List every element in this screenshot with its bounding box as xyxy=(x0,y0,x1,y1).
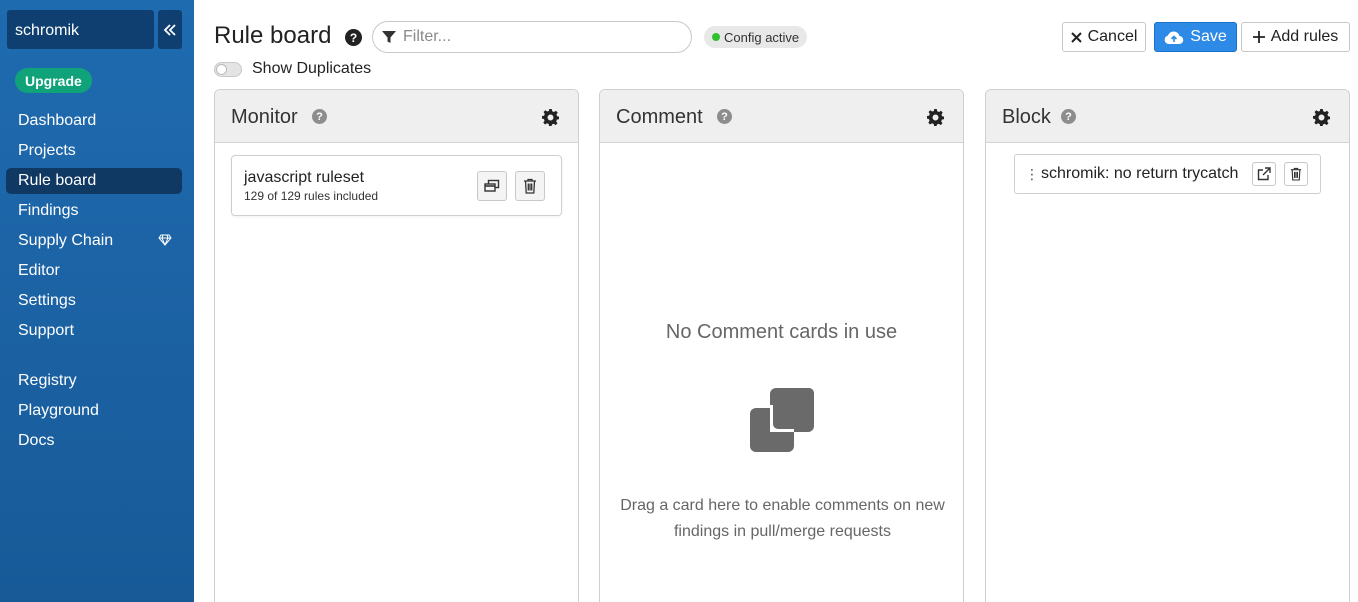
ruleset-count: 129 of 129 rules included xyxy=(244,189,379,203)
config-status-badge: Config active xyxy=(704,26,808,48)
comment-column: Comment ? No Comment cards in use Drag a… xyxy=(599,89,964,602)
sidebar-item-support[interactable]: Support xyxy=(6,318,182,344)
close-icon xyxy=(1070,31,1082,43)
cancel-label: Cancel xyxy=(1087,28,1138,45)
config-status-text: Config active xyxy=(724,29,800,45)
filter-icon xyxy=(382,31,396,43)
org-selector[interactable]: schromik xyxy=(7,10,154,49)
add-rules-button[interactable]: Add rules xyxy=(1241,22,1350,52)
sidebar: schromik Upgrade Dashboard Projects Rule… xyxy=(0,0,194,602)
empty-state-description: Drag a card here to enable comments on n… xyxy=(620,497,945,540)
help-icon[interactable]: ? xyxy=(345,29,362,46)
gear-icon[interactable] xyxy=(542,109,559,126)
sidebar-item-registry[interactable]: Registry xyxy=(6,368,182,394)
sidebar-item-dashboard[interactable]: Dashboard xyxy=(6,108,182,134)
toggle-knob xyxy=(216,64,227,75)
save-label: Save xyxy=(1190,28,1227,45)
double-chevron-left-icon xyxy=(163,23,176,36)
filter-input[interactable] xyxy=(403,28,673,46)
empty-state-title: No Comment cards in use xyxy=(665,321,898,343)
sidebar-item-playground[interactable]: Playground xyxy=(6,398,182,424)
collapse-sidebar-button[interactable] xyxy=(158,10,182,49)
column-title: Block xyxy=(1002,106,1051,128)
rule-card[interactable]: ⋮ schromik: no return trycatch xyxy=(1014,154,1321,194)
sidebar-item-editor[interactable]: Editor xyxy=(6,258,182,284)
window-restore-icon xyxy=(484,179,500,192)
gear-icon[interactable] xyxy=(1313,109,1330,126)
drag-handle-icon[interactable]: ⋮ xyxy=(1025,166,1039,183)
comment-column-header: Comment ? xyxy=(600,90,963,143)
expand-ruleset-button[interactable] xyxy=(477,171,507,201)
monitor-column: Monitor ? javascript ruleset 129 of 129 … xyxy=(214,89,579,602)
sidebar-item-docs[interactable]: Docs xyxy=(6,428,182,454)
sidebar-item-rule-board[interactable]: Rule board xyxy=(6,168,182,194)
cloud-upload-icon xyxy=(1164,30,1184,45)
block-column: Block ? ⋮ schromik: no return trycatch xyxy=(985,89,1350,602)
delete-ruleset-button[interactable] xyxy=(515,171,545,201)
plus-icon xyxy=(1252,31,1265,43)
upgrade-button[interactable]: Upgrade xyxy=(15,68,92,93)
cancel-button[interactable]: Cancel xyxy=(1062,22,1146,52)
help-icon[interactable]: ? xyxy=(717,109,732,124)
block-column-header: Block ? xyxy=(986,90,1349,143)
sidebar-item-findings[interactable]: Findings xyxy=(6,198,182,224)
org-name: schromik xyxy=(15,22,80,39)
page-title: Rule board xyxy=(214,22,332,49)
save-button[interactable]: Save xyxy=(1154,22,1237,52)
help-icon[interactable]: ? xyxy=(312,109,327,124)
add-rules-label: Add rules xyxy=(1270,28,1339,45)
filter-field[interactable] xyxy=(372,21,692,53)
cards-stack-icon xyxy=(750,388,814,452)
sidebar-item-label: Supply Chain xyxy=(18,232,114,249)
sidebar-nav: Dashboard Projects Rule board Findings S… xyxy=(6,108,182,458)
status-dot-icon xyxy=(712,33,720,41)
help-icon[interactable]: ? xyxy=(1061,109,1076,124)
column-title: Monitor xyxy=(231,106,298,128)
diamond-icon xyxy=(158,234,172,246)
show-duplicates-toggle[interactable] xyxy=(214,62,242,77)
sidebar-item-settings[interactable]: Settings xyxy=(6,288,182,314)
show-duplicates-label: Show Duplicates xyxy=(252,60,372,77)
rule-name: schromik: no return trycatch xyxy=(1041,165,1239,182)
trash-icon xyxy=(1290,167,1302,181)
gear-icon[interactable] xyxy=(927,109,944,126)
delete-rule-button[interactable] xyxy=(1284,162,1308,186)
column-title: Comment xyxy=(616,106,703,128)
sidebar-item-supply-chain[interactable]: Supply Chain xyxy=(6,228,182,254)
ruleset-name: javascript ruleset xyxy=(244,169,365,186)
open-rule-button[interactable] xyxy=(1252,162,1276,186)
monitor-column-header: Monitor ? xyxy=(215,90,578,143)
trash-icon xyxy=(524,178,536,194)
ruleset-card[interactable]: javascript ruleset 129 of 129 rules incl… xyxy=(231,155,562,216)
sidebar-item-projects[interactable]: Projects xyxy=(6,138,182,164)
external-link-icon xyxy=(1257,167,1271,181)
